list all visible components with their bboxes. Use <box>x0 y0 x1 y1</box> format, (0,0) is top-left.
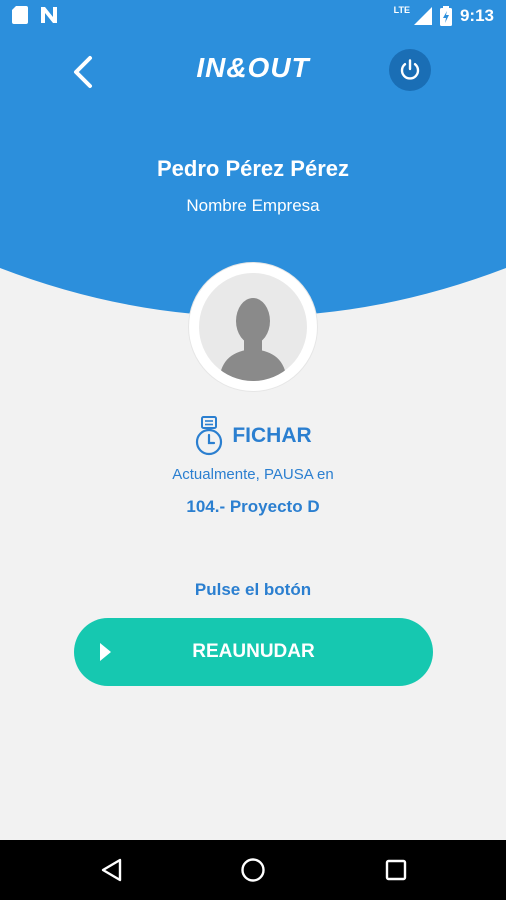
status-bar: LTE 9:13 <box>0 0 506 32</box>
back-triangle-icon <box>101 858 122 882</box>
signal-icon <box>413 7 432 25</box>
power-icon <box>400 59 420 80</box>
app-bar: IN&OUT <box>0 40 506 104</box>
resume-button[interactable]: REAUNUDAR <box>74 618 433 686</box>
company-name: Nombre Empresa <box>186 196 320 215</box>
nav-back-button[interactable] <box>98 856 126 884</box>
current-project: 104.- Proyecto D <box>186 497 320 516</box>
n-notification-icon <box>41 7 57 23</box>
avatar-placeholder <box>199 273 307 381</box>
user-name: Pedro Pérez Pérez <box>157 156 349 181</box>
resume-button-label: REAUNUDAR <box>192 641 315 662</box>
battery-icon <box>439 6 452 26</box>
clock-in-header: FICHAR <box>0 416 506 456</box>
sd-card-icon <box>12 6 28 24</box>
current-status-text: Actualmente, PAUSA en <box>172 466 334 483</box>
user-silhouette-icon <box>219 298 287 381</box>
recents-square-icon <box>385 859 407 881</box>
nav-recents-button[interactable] <box>382 856 410 884</box>
action-prompt: Pulse el botón <box>194 580 312 599</box>
navigation-bar <box>0 840 506 900</box>
stopwatch-icon <box>196 416 223 456</box>
status-time: 9:13 <box>459 6 494 25</box>
nav-home-button[interactable] <box>239 856 267 884</box>
clock-in-title: FICHAR <box>232 424 312 447</box>
avatar <box>189 263 317 391</box>
home-circle-icon <box>241 858 265 882</box>
network-type-label: LTE <box>393 5 410 15</box>
logout-button[interactable] <box>389 49 431 91</box>
